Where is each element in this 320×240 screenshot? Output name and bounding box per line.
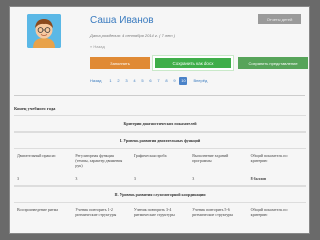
section-heading: I. Уровень развития двигательных функций bbox=[14, 132, 306, 149]
save-presentation-button[interactable]: Сохранить представление bbox=[238, 57, 308, 69]
page-link[interactable]: 6 bbox=[147, 77, 153, 85]
table-row: 3 3 3 3 8 баллов bbox=[14, 172, 306, 186]
table-cell: Ученик повторить 5-6 ритмические структу… bbox=[192, 207, 234, 217]
page-link[interactable]: 1 bbox=[107, 77, 113, 85]
table-cell: Общий показатель по критерию bbox=[250, 153, 288, 163]
report-frame: Саша Иванов Дата рождения: 4 сентября 20… bbox=[9, 6, 310, 234]
table-cell: Ученик повторить 3-4 ритмические структу… bbox=[133, 207, 175, 217]
page-link[interactable]: 7 bbox=[155, 77, 161, 85]
page-link-active[interactable]: 10 bbox=[179, 77, 188, 85]
document-preview: Конец учебного года Критерии диагностиче… bbox=[14, 100, 306, 232]
table-cell: Ученик повторить 1-2 ритмические структу… bbox=[75, 207, 117, 217]
table-row: Двигательный праксис Регуляторная функци… bbox=[14, 149, 306, 172]
back-link[interactable]: « Назад bbox=[90, 44, 105, 49]
table-cell: Графическая проба bbox=[133, 153, 167, 158]
criteria-header: Критерии диагностических показателей bbox=[14, 115, 306, 132]
table-cell: Выполнение заданий программы bbox=[192, 153, 229, 163]
date-of-birth: Дата рождения: 4 сентября 2014 г. ( 7 ле… bbox=[90, 33, 176, 38]
table-cell: 3 bbox=[192, 176, 195, 181]
page-link[interactable]: 3 bbox=[123, 77, 129, 85]
page-link[interactable]: 5 bbox=[139, 77, 145, 85]
table-cell: 3 bbox=[133, 176, 136, 181]
table-cell: Воспроизведение ритма bbox=[17, 207, 59, 212]
table-cell: Двигательный праксис bbox=[17, 153, 56, 158]
save-docx-button[interactable]: Сохранить как docx bbox=[153, 56, 233, 70]
page-link[interactable]: 2 bbox=[115, 77, 121, 85]
all-children-button[interactable]: Отчеты детей bbox=[258, 14, 301, 24]
page-link[interactable]: 4 bbox=[131, 77, 137, 85]
section-heading: II. Уровень развития слухомоторной коорд… bbox=[14, 186, 306, 203]
fill-button[interactable]: Заполнить bbox=[90, 57, 150, 69]
table-cell: 8 баллов bbox=[250, 176, 267, 181]
pagination: Назад 1 2 3 4 5 6 7 8 9 10 Вперёд bbox=[90, 77, 207, 85]
table-cell: Общий показатель по критерию bbox=[250, 207, 288, 217]
child-avatar bbox=[27, 14, 61, 48]
child-name: Саша Иванов bbox=[90, 15, 154, 26]
pager-prev[interactable]: Назад bbox=[90, 77, 101, 85]
page-link[interactable]: 8 bbox=[163, 77, 169, 85]
table-cell: Регуляторная функция (темпы, характер дв… bbox=[75, 153, 123, 168]
table-row: Воспроизведение ритма Ученик повторить 1… bbox=[14, 203, 306, 221]
document-title: Конец учебного года bbox=[14, 106, 56, 111]
boy-avatar-icon bbox=[27, 14, 61, 48]
page-link[interactable]: 9 bbox=[171, 77, 177, 85]
divider bbox=[14, 95, 305, 96]
pager-next[interactable]: Вперёд bbox=[193, 77, 207, 85]
table-cell: 3 bbox=[17, 176, 19, 181]
table-cell: 3 bbox=[75, 176, 78, 181]
